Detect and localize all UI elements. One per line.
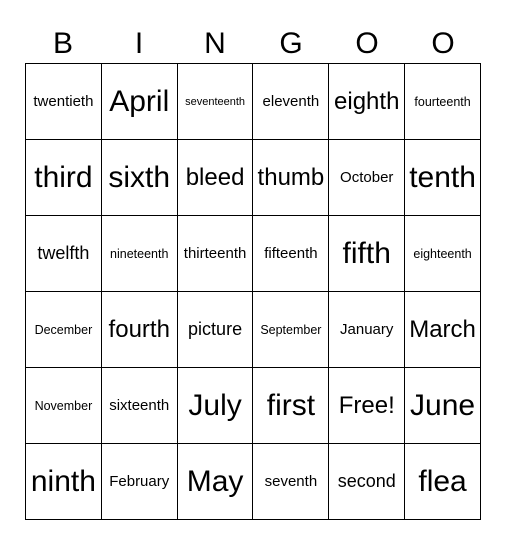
- bingo-cell[interactable]: bleed: [176, 139, 254, 216]
- bingo-row: November sixteenth July first Free! June: [25, 367, 481, 444]
- bingo-cell[interactable]: twelfth: [25, 215, 102, 292]
- header-letter: B: [52, 27, 73, 60]
- bingo-cell[interactable]: November: [25, 367, 102, 444]
- bingo-cell[interactable]: May: [176, 443, 254, 520]
- bingo-cell[interactable]: seventh: [252, 443, 330, 520]
- header-letter: I: [134, 27, 144, 60]
- bingo-cell[interactable]: twentieth: [25, 63, 102, 140]
- bingo-cell[interactable]: second: [328, 443, 406, 520]
- bingo-cell[interactable]: fourth: [100, 291, 178, 368]
- bingo-cell[interactable]: February: [100, 443, 178, 520]
- bingo-grid: twentieth April seventeenth eleventh eighth f…: [25, 63, 481, 520]
- bingo-cell[interactable]: first: [252, 367, 330, 444]
- header-letter: G: [279, 27, 303, 60]
- bingo-cell[interactable]: flea: [404, 443, 481, 520]
- bingo-cell[interactable]: July: [176, 367, 254, 444]
- bingo-row: ninth February May seventh second flea: [25, 443, 481, 520]
- header-letter: O: [431, 27, 455, 60]
- bingo-cell[interactable]: sixteenth: [100, 367, 178, 444]
- bingo-cell[interactable]: January: [328, 291, 406, 368]
- bingo-cell[interactable]: June: [404, 367, 481, 444]
- bingo-cell[interactable]: ninth: [25, 443, 102, 520]
- bingo-cell[interactable]: thirteenth: [176, 215, 254, 292]
- bingo-cell[interactable]: nineteenth: [100, 215, 178, 292]
- bingo-header: BINGOO: [25, 24, 481, 64]
- bingo-cell[interactable]: September: [252, 291, 330, 368]
- bingo-cell[interactable]: seventeenth: [176, 63, 254, 140]
- header-letter: O: [355, 27, 379, 60]
- header-letter: N: [204, 27, 226, 60]
- bingo-cell[interactable]: March: [404, 291, 481, 368]
- bingo-cell[interactable]: picture: [176, 291, 254, 368]
- free-space[interactable]: Free!: [328, 367, 406, 444]
- bingo-row: December fourth picture September January Mar…: [25, 291, 481, 368]
- bingo-row: third sixth bleed thumb October tenth: [25, 139, 481, 216]
- bingo-cell[interactable]: fourteenth: [404, 63, 481, 140]
- bingo-cell[interactable]: sixth: [100, 139, 178, 216]
- bingo-cell[interactable]: December: [25, 291, 102, 368]
- bingo-cell[interactable]: fifth: [328, 215, 406, 292]
- bingo-cell[interactable]: October: [328, 139, 406, 216]
- bingo-cell[interactable]: eighth: [328, 63, 406, 140]
- bingo-cell[interactable]: eleventh: [252, 63, 330, 140]
- bingo-row: twentieth April seventeenth eleventh eighth f…: [25, 63, 481, 140]
- bingo-cell[interactable]: April: [100, 63, 178, 140]
- bingo-cell[interactable]: eighteenth: [404, 215, 481, 292]
- bingo-cell[interactable]: thumb: [252, 139, 330, 216]
- bingo-cell[interactable]: tenth: [404, 139, 481, 216]
- bingo-cell[interactable]: fifteenth: [252, 215, 330, 292]
- bingo-row: twelfth nineteenth thirteenth fifteenth fift…: [25, 215, 481, 292]
- bingo-cell[interactable]: third: [25, 139, 102, 216]
